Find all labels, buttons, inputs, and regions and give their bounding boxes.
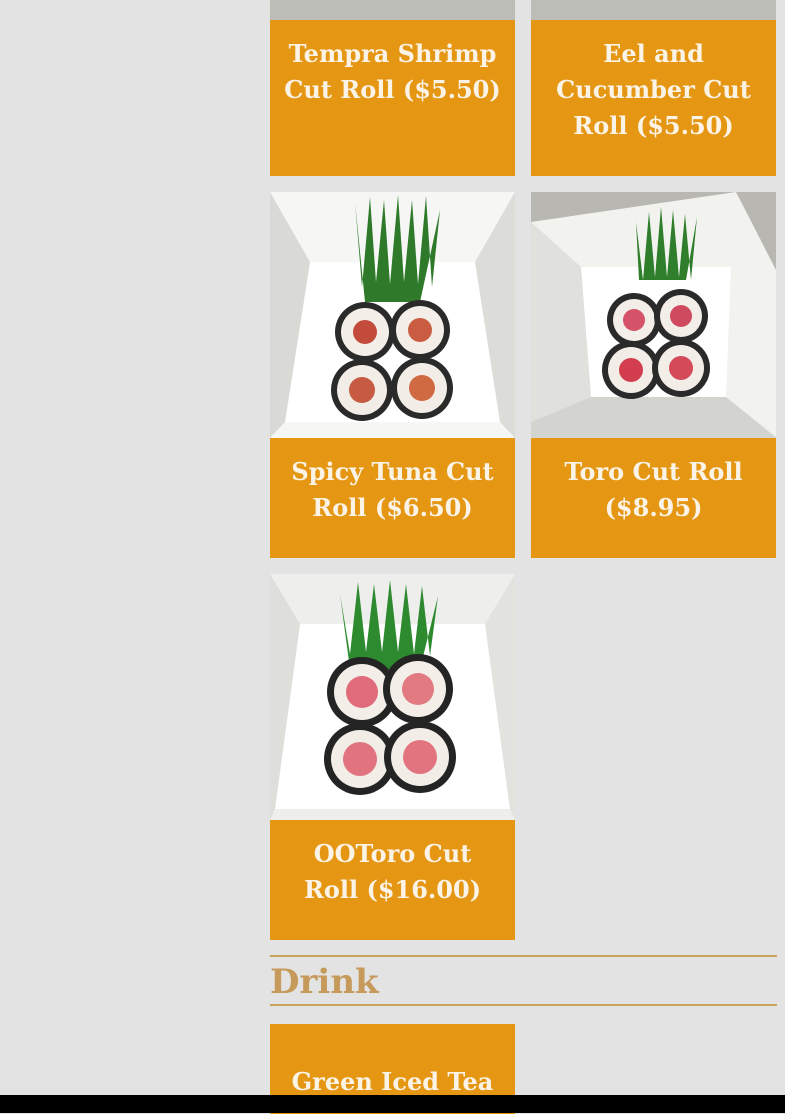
menu-item-label: Eel and Cucumber Cut Roll ($5.50) [556, 39, 751, 140]
menu-item-card[interactable]: Toro Cut Roll ($8.95) [531, 192, 776, 558]
item-photo [270, 574, 515, 820]
menu-item-label: Toro Cut Roll ($8.95) [564, 457, 743, 522]
item-photo [270, 0, 515, 20]
menu-item-card[interactable]: Eel and Cucumber Cut Roll ($5.50) [531, 0, 776, 176]
menu-item-card[interactable]: OOToro Cut Roll ($16.00) [270, 574, 515, 940]
item-photo [270, 192, 515, 438]
section-divider-bottom [270, 1004, 777, 1006]
section-divider-top [270, 955, 777, 957]
menu-item-label: Tempra Shrimp Cut Roll ($5.50) [284, 39, 501, 104]
menu-item-card[interactable]: Spicy Tuna Cut Roll ($6.50) [270, 192, 515, 558]
section-title: Drink [270, 962, 379, 1002]
item-photo [531, 192, 776, 438]
bottom-bar [0, 1095, 785, 1113]
item-photo [531, 0, 776, 20]
menu-item-card[interactable]: Tempra Shrimp Cut Roll ($5.50) [270, 0, 515, 176]
menu-item-label: OOToro Cut Roll ($16.00) [303, 839, 482, 904]
menu-item-label: Spicy Tuna Cut Roll ($6.50) [291, 457, 494, 522]
